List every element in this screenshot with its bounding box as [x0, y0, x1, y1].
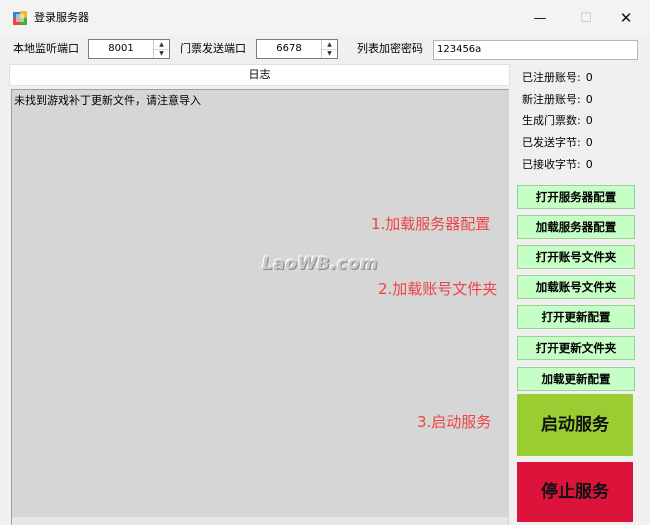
stat-value: 0: [585, 93, 593, 106]
log-line: 未找到游戏补丁更新文件，请注意导入: [14, 94, 201, 107]
start-service-button[interactable]: 启动服务: [517, 394, 633, 456]
close-button[interactable]: ✕: [603, 0, 649, 36]
open-update-config-button[interactable]: 打开更新配置: [517, 305, 635, 329]
minimize-button[interactable]: —: [517, 0, 563, 36]
list-password-input[interactable]: 123456a: [433, 40, 638, 60]
open-account-folder-button[interactable]: 打开账号文件夹: [517, 245, 635, 269]
stat-value: 0: [585, 158, 593, 171]
annotation-step-3: 3.启动服务: [417, 413, 492, 431]
local-port-value[interactable]: 8001: [89, 40, 153, 58]
open-update-folder-button[interactable]: 打开更新文件夹: [517, 336, 635, 360]
local-port-stepper[interactable]: 8001 ▲ ▼: [88, 39, 170, 59]
stat-value: 0: [585, 71, 593, 84]
ticket-port-stepper[interactable]: 6678 ▲ ▼: [256, 39, 338, 59]
annotation-step-2: 2.加载账号文件夹: [378, 280, 498, 298]
open-server-config-button[interactable]: 打开服务器配置: [517, 185, 635, 209]
stat-registered-accounts: 已注册账号: 0: [522, 71, 593, 85]
log-horizontal-scrollbar[interactable]: [12, 517, 508, 525]
stat-label: 已接收字节:: [522, 158, 581, 171]
stop-service-button[interactable]: 停止服务: [517, 462, 633, 522]
stat-bytes-received: 已接收字节: 0: [522, 158, 593, 172]
load-server-config-button[interactable]: 加载服务器配置: [517, 215, 635, 239]
app-icon: [13, 11, 27, 25]
stat-tickets-generated: 生成门票数: 0: [522, 114, 593, 128]
log-header: 日志: [9, 64, 510, 86]
local-port-spin[interactable]: ▲ ▼: [153, 40, 169, 58]
log-textarea[interactable]: [11, 89, 509, 525]
spin-down-arrow-icon[interactable]: ▼: [154, 49, 169, 58]
ticket-port-label: 门票发送端口: [180, 42, 246, 55]
stat-label: 已注册账号:: [522, 71, 581, 84]
stat-value: 0: [585, 136, 593, 149]
ticket-port-value[interactable]: 6678: [257, 40, 321, 58]
spin-down-arrow-icon[interactable]: ▼: [322, 49, 337, 58]
stat-label: 生成门票数:: [522, 114, 581, 127]
ticket-port-spin[interactable]: ▲ ▼: [321, 40, 337, 58]
stat-value: 0: [585, 114, 593, 127]
load-update-config-button[interactable]: 加载更新配置: [517, 367, 635, 391]
load-account-folder-button[interactable]: 加载账号文件夹: [517, 275, 635, 299]
stat-label: 已发送字节:: [522, 136, 581, 149]
stat-new-accounts: 新注册账号: 0: [522, 93, 593, 107]
window-title: 登录服务器: [34, 11, 89, 24]
local-port-label: 本地监听端口: [13, 42, 79, 55]
annotation-step-1: 1.加载服务器配置: [371, 215, 491, 233]
watermark: LaoWB.com: [262, 254, 379, 274]
stat-label: 新注册账号:: [522, 93, 581, 106]
stat-bytes-sent: 已发送字节: 0: [522, 136, 593, 150]
list-password-label: 列表加密密码: [357, 42, 423, 55]
